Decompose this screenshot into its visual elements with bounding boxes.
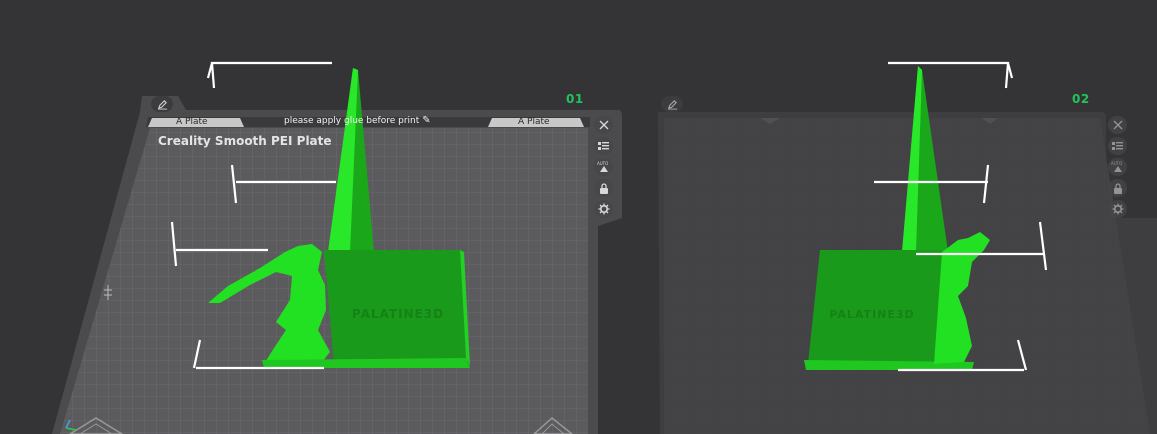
plate-1-toolbar: AUTO (594, 116, 613, 218)
model-engraved-text: PALATINE3D (829, 308, 914, 321)
plate-2[interactable]: PALATINE3D (658, 61, 1157, 434)
plate-2-index: 02 (1072, 92, 1090, 106)
lock-button[interactable] (594, 179, 613, 197)
settings-icon (1112, 203, 1123, 215)
arrange-icon (1112, 142, 1123, 150)
arrange-button[interactable] (594, 137, 613, 155)
svg-text:AUTO: AUTO (1111, 161, 1122, 166)
plate-1-index: 01 (566, 92, 584, 106)
plate-1-notice: please apply glue before print ✎ (284, 115, 431, 126)
lock-icon (1113, 182, 1122, 194)
plate-1-edit-button[interactable] (151, 96, 173, 112)
model-base-block[interactable] (808, 250, 942, 364)
plate-1-bed-label: Creality Smooth PEI Plate (158, 134, 332, 148)
svg-text:AUTO: AUTO (597, 161, 608, 166)
plate-2-edit-button[interactable] (661, 96, 683, 112)
auto-orient-button[interactable]: AUTO (1108, 158, 1127, 176)
model-engraved-text: PALATINE3D (352, 307, 444, 321)
viewport-3d[interactable]: PALATINE3D PALATINE3D (0, 0, 1157, 434)
close-icon (1113, 120, 1122, 130)
close-plate-button[interactable] (594, 116, 613, 134)
plate-1-left-tab-label: A Plate (176, 117, 208, 127)
pencil-icon: ✎ (422, 115, 431, 126)
auto-orient-icon: AUTO (597, 161, 608, 172)
plate-1-right-tab-label: A Plate (518, 117, 550, 127)
auto-orient-button[interactable]: AUTO (594, 158, 613, 176)
pencil-icon (667, 99, 677, 110)
plate-2-toolbar: AUTO (1108, 116, 1127, 218)
plate-settings-button[interactable] (594, 200, 613, 218)
close-plate-button[interactable] (1108, 116, 1127, 134)
arrange-button[interactable] (1108, 137, 1127, 155)
close-icon (599, 120, 608, 130)
arrange-icon (598, 142, 609, 150)
lock-icon (599, 182, 608, 194)
plate-settings-button[interactable] (1108, 200, 1127, 218)
settings-icon (598, 203, 609, 215)
lock-button[interactable] (1108, 179, 1127, 197)
auto-orient-icon: AUTO (1111, 161, 1122, 172)
pencil-icon (157, 99, 167, 110)
